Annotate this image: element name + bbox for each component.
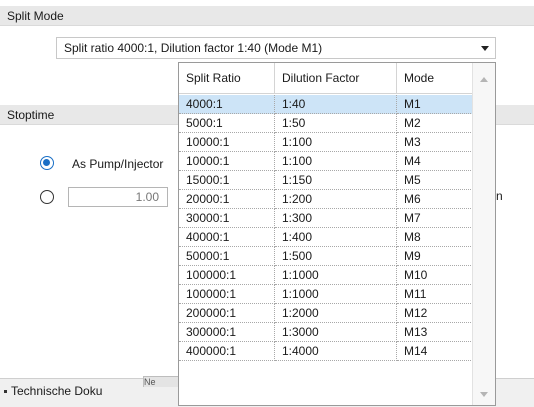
cell-split-ratio: 5000:1 [179, 114, 275, 133]
taskbar-item-technische-doku[interactable]: Technische Doku [4, 383, 102, 399]
scroll-up-icon[interactable] [480, 77, 488, 82]
cell-dilution-factor: 1:2000 [275, 304, 397, 323]
dropdown-row[interactable]: 10000:1 1:100 M4 [179, 152, 473, 171]
cell-split-ratio: 15000:1 [179, 171, 275, 190]
cell-split-ratio: 10000:1 [179, 152, 275, 171]
dropdown-rows: 4000:1 1:40 M1 5000:1 1:50 M2 10000:1 1:100 M3 10… [179, 95, 473, 361]
cell-dilution-factor: 1:50 [275, 114, 397, 133]
cell-dilution-factor: 1:1000 [275, 266, 397, 285]
column-header-mode[interactable]: Mode [397, 63, 473, 94]
cell-mode: M4 [397, 152, 473, 171]
radio-custom-stoptime[interactable] [40, 190, 54, 204]
dropdown-row[interactable]: 20000:1 1:200 M6 [179, 190, 473, 209]
dropdown-column-headers: Split Ratio Dilution Factor Mode [179, 63, 473, 94]
dropdown-row[interactable]: 10000:1 1:100 M3 [179, 133, 473, 152]
dropdown-scrollbar[interactable] [472, 63, 495, 405]
cell-dilution-factor: 1:200 [275, 190, 397, 209]
split-mode-title: Split Mode [7, 9, 64, 23]
cell-mode: M6 [397, 190, 473, 209]
dropdown-row[interactable]: 400000:1 1:4000 M14 [179, 342, 473, 361]
scroll-down-icon[interactable] [480, 392, 488, 397]
cell-mode: M12 [397, 304, 473, 323]
cell-mode: M8 [397, 228, 473, 247]
cell-mode: M2 [397, 114, 473, 133]
dropdown-row[interactable]: 15000:1 1:150 M5 [179, 171, 473, 190]
cell-split-ratio: 40000:1 [179, 228, 275, 247]
dropdown-row[interactable]: 300000:1 1:3000 M13 [179, 323, 473, 342]
dropdown-row[interactable]: 5000:1 1:50 M2 [179, 114, 473, 133]
cell-split-ratio: 100000:1 [179, 285, 275, 304]
cell-split-ratio: 200000:1 [179, 304, 275, 323]
taskbar-item-label: Technische Doku [11, 384, 103, 398]
cell-dilution-factor: 1:400 [275, 228, 397, 247]
cell-split-ratio: 100000:1 [179, 266, 275, 285]
cell-split-ratio: 400000:1 [179, 342, 275, 361]
cell-dilution-factor: 1:3000 [275, 323, 397, 342]
cell-mode: M7 [397, 209, 473, 228]
cell-dilution-factor: 1:500 [275, 247, 397, 266]
cell-mode: M5 [397, 171, 473, 190]
cell-mode: M14 [397, 342, 473, 361]
cell-mode: M10 [397, 266, 473, 285]
cell-dilution-factor: 1:40 [275, 95, 397, 114]
split-mode-combobox[interactable]: Split ratio 4000:1, Dilution factor 1:40… [56, 37, 496, 59]
dropdown-row[interactable]: 100000:1 1:1000 M11 [179, 285, 473, 304]
cell-split-ratio: 300000:1 [179, 323, 275, 342]
taskbar-partial-button-label: Ne [144, 377, 156, 387]
split-mode-dropdown-list[interactable]: Split Ratio Dilution Factor Mode 4000:1 1… [178, 62, 496, 406]
dropdown-arrow-icon[interactable] [481, 46, 489, 51]
cell-split-ratio: 10000:1 [179, 133, 275, 152]
stoptime-title: Stoptime [7, 108, 55, 122]
cell-dilution-factor: 1:300 [275, 209, 397, 228]
dropdown-row[interactable]: 4000:1 1:40 M1 [179, 95, 473, 114]
stoptime-value-field[interactable]: 1.00 [68, 187, 168, 207]
radio-as-pump-injector-label: As Pump/Injector [72, 157, 164, 171]
cell-mode: M11 [397, 285, 473, 304]
dropdown-row[interactable]: 50000:1 1:500 M9 [179, 247, 473, 266]
column-header-split-ratio[interactable]: Split Ratio [179, 63, 275, 94]
cell-dilution-factor: 1:100 [275, 133, 397, 152]
cell-dilution-factor: 1:150 [275, 171, 397, 190]
cell-dilution-factor: 1:100 [275, 152, 397, 171]
dropdown-row[interactable]: 100000:1 1:1000 M10 [179, 266, 473, 285]
dropdown-row[interactable]: 200000:1 1:2000 M12 [179, 304, 473, 323]
cell-mode: M13 [397, 323, 473, 342]
cell-dilution-factor: 1:4000 [275, 342, 397, 361]
cell-dilution-factor: 1:1000 [275, 285, 397, 304]
cell-split-ratio: 30000:1 [179, 209, 275, 228]
cell-split-ratio: 50000:1 [179, 247, 275, 266]
bullet-icon [4, 390, 7, 394]
column-header-dilution-factor[interactable]: Dilution Factor [275, 63, 397, 94]
radio-as-pump-injector[interactable] [40, 156, 54, 170]
dropdown-row[interactable]: 40000:1 1:400 M8 [179, 228, 473, 247]
cell-mode: M3 [397, 133, 473, 152]
split-mode-selected-value: Split ratio 4000:1, Dilution factor 1:40… [64, 41, 323, 55]
cell-mode: M9 [397, 247, 473, 266]
split-mode-header: Split Mode [0, 6, 534, 26]
cell-split-ratio: 20000:1 [179, 190, 275, 209]
cell-mode: M1 [397, 95, 473, 114]
dropdown-row[interactable]: 30000:1 1:300 M7 [179, 209, 473, 228]
cell-split-ratio: 4000:1 [179, 95, 275, 114]
stoptime-unit-text: n [496, 189, 503, 203]
